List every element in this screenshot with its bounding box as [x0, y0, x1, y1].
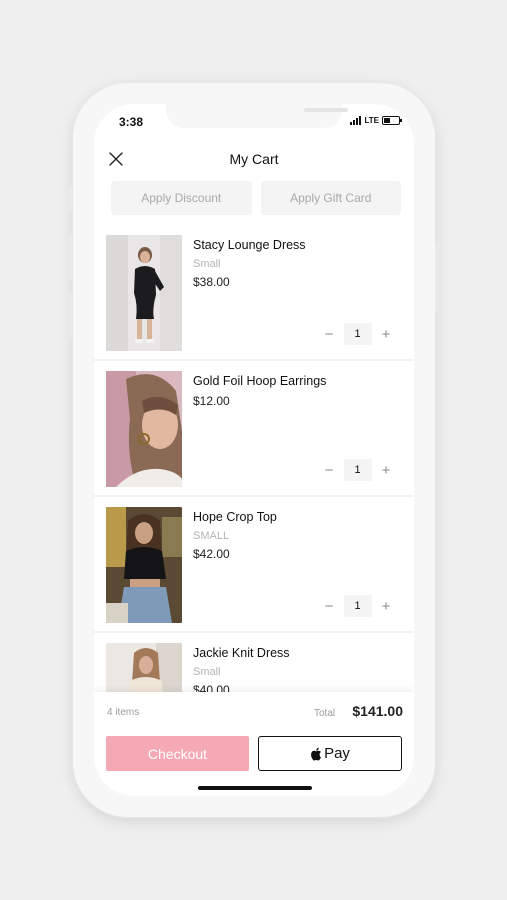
apple-pay-label: Pay — [324, 745, 350, 762]
cart-item[interactable]: Stacy Lounge Dress Small $38.00 − 1 + — [94, 225, 414, 359]
apple-icon — [310, 747, 322, 761]
discount-actions: Apply Discount Apply Gift Card — [111, 181, 401, 215]
product-size: SMALL — [193, 530, 230, 542]
product-size: Small — [193, 258, 221, 270]
product-price: $40.00 — [193, 683, 230, 692]
mute-switch — [69, 186, 73, 212]
cart-item[interactable]: Jackie Knit Dress Small $40.00 — [94, 633, 414, 692]
total-label: Total — [314, 708, 336, 719]
product-name[interactable]: Hope Crop Top — [193, 510, 277, 524]
quantity-value: 1 — [343, 323, 372, 345]
increase-quantity-button[interactable]: + — [377, 597, 395, 615]
checkout-footer: 4 items Total $141.00 Checkout Pay — [94, 692, 414, 796]
apple-pay-button[interactable]: Pay — [258, 736, 402, 771]
cart-item[interactable]: Hope Crop Top SMALL $42.00 − 1 + — [94, 497, 414, 631]
product-size: Small — [193, 666, 221, 678]
item-count: 4 items — [107, 707, 140, 718]
product-name[interactable]: Jackie Knit Dress — [193, 646, 290, 660]
status-time: 3:38 — [119, 115, 144, 129]
apply-gift-card-button[interactable]: Apply Gift Card — [260, 181, 401, 215]
power-button — [435, 242, 439, 312]
quantity-value: 1 — [343, 459, 372, 481]
decrease-quantity-button[interactable]: − — [320, 461, 338, 479]
quantity-stepper: − 1 + — [320, 595, 395, 617]
product-image[interactable] — [106, 507, 182, 623]
home-indicator[interactable] — [198, 786, 312, 790]
phone-frame: 3:38 LTE My Cart Apply Discount Apply Gi… — [69, 82, 439, 818]
product-price: $12.00 — [193, 394, 230, 408]
product-price: $42.00 — [193, 547, 230, 561]
product-image[interactable] — [106, 371, 182, 487]
checkout-button[interactable]: Checkout — [106, 736, 249, 771]
decrease-quantity-button[interactable]: − — [320, 597, 338, 615]
increase-quantity-button[interactable]: + — [377, 461, 395, 479]
product-name[interactable]: Gold Foil Hoop Earrings — [193, 374, 326, 388]
apply-discount-button[interactable]: Apply Discount — [111, 181, 252, 215]
product-image[interactable] — [106, 235, 182, 351]
status-indicators: LTE — [350, 116, 402, 125]
cart-item[interactable]: Gold Foil Hoop Earrings $12.00 − 1 + — [94, 361, 414, 495]
signal-icon — [350, 116, 362, 125]
cart-list[interactable]: Stacy Lounge Dress Small $38.00 − 1 + Go… — [94, 225, 414, 692]
battery-icon — [382, 116, 402, 125]
header: My Cart — [94, 144, 414, 174]
product-price: $38.00 — [193, 275, 230, 289]
quantity-value: 1 — [343, 595, 372, 617]
volume-up-button — [69, 234, 73, 280]
quantity-stepper: − 1 + — [320, 459, 395, 481]
total-value: $141.00 — [352, 703, 403, 719]
product-image[interactable] — [106, 643, 182, 692]
quantity-stepper: − 1 + — [320, 323, 395, 345]
page-title: My Cart — [229, 151, 279, 167]
volume-down-button — [69, 292, 73, 338]
increase-quantity-button[interactable]: + — [377, 325, 395, 343]
product-name[interactable]: Stacy Lounge Dress — [193, 238, 306, 252]
network-label: LTE — [364, 116, 379, 125]
speaker — [304, 108, 348, 112]
app-screen: 3:38 LTE My Cart Apply Discount Apply Gi… — [94, 104, 414, 796]
notch — [166, 104, 348, 128]
decrease-quantity-button[interactable]: − — [320, 325, 338, 343]
